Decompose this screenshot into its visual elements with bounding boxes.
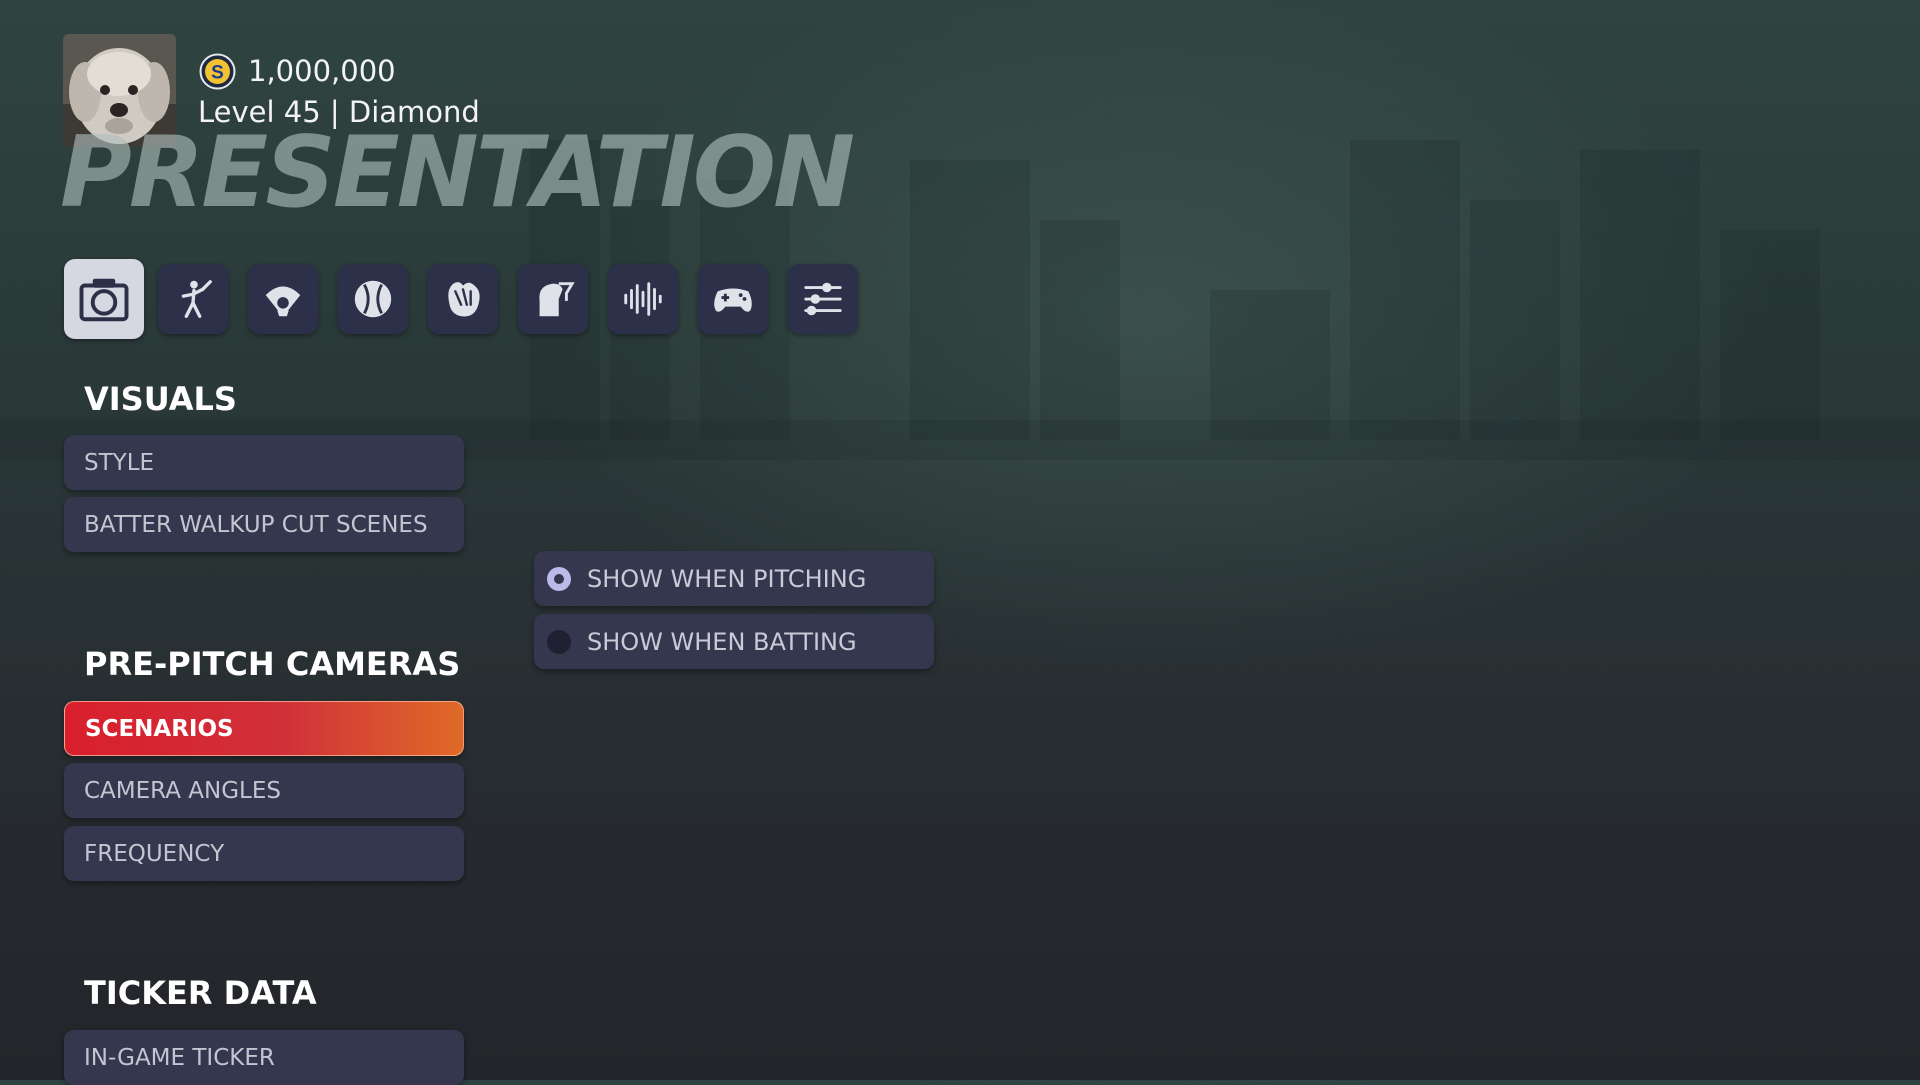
stubs-coin-icon: S	[199, 53, 236, 90]
tab-baseball[interactable]	[338, 264, 408, 334]
tab-umpire[interactable]	[248, 264, 318, 334]
tab-fielding[interactable]	[428, 264, 498, 334]
menu-item-style[interactable]: STYLE	[64, 435, 464, 490]
tab-controls[interactable]	[698, 264, 768, 334]
menu-item-in-game-ticker[interactable]: IN-GAME TICKER	[64, 1030, 464, 1085]
tab-settings[interactable]	[788, 264, 858, 334]
section-title-ticker-data: TICKER DATA	[84, 974, 317, 1012]
menu-item-scenarios[interactable]: SCENARIOS	[64, 701, 464, 756]
option-show-when-pitching[interactable]: SHOW WHEN PITCHING	[534, 551, 934, 606]
camera-icon	[79, 278, 129, 322]
tab-batting[interactable]	[158, 264, 228, 334]
section-title-visuals: VISUALS	[84, 380, 237, 418]
radio-checked-icon[interactable]	[547, 566, 571, 591]
section-title-pre-pitch-cameras: PRE-PITCH CAMERAS	[84, 645, 461, 683]
tab-camera[interactable]	[64, 259, 144, 339]
head-strategy-icon	[539, 282, 575, 317]
sliders-icon	[804, 282, 842, 316]
batter-icon	[181, 280, 212, 318]
option-label: SHOW WHEN PITCHING	[587, 564, 867, 593]
baseball-icon	[354, 280, 392, 318]
glove-icon	[448, 282, 480, 317]
menu-item-batter-walkup-cut-scenes[interactable]: BATTER WALKUP CUT SCENES	[64, 497, 464, 552]
audio-waveform-icon	[624, 282, 662, 316]
svg-text:S: S	[211, 63, 224, 84]
option-show-when-batting[interactable]: SHOW WHEN BATTING	[534, 614, 934, 669]
controller-icon	[714, 288, 752, 312]
menu-item-camera-angles[interactable]: CAMERA ANGLES	[64, 763, 464, 818]
category-tabs	[64, 259, 878, 339]
umpire-icon	[265, 286, 301, 317]
tab-strategy[interactable]	[518, 264, 588, 334]
tab-audio[interactable]	[608, 264, 678, 334]
radio-unchecked-icon[interactable]	[547, 629, 571, 654]
currency-balance: 1,000,000	[248, 54, 396, 88]
option-label: SHOW WHEN BATTING	[587, 627, 857, 656]
menu-item-frequency[interactable]: FREQUENCY	[64, 826, 464, 881]
page-title: PRESENTATION	[60, 116, 855, 230]
